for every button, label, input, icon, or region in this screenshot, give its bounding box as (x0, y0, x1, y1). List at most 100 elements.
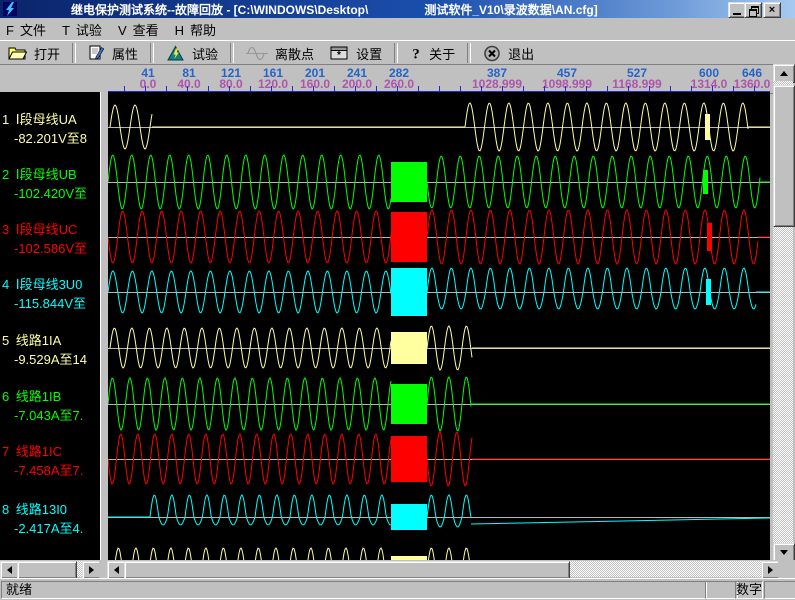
wave-scroll-track[interactable] (124, 561, 761, 577)
menu-item-试验[interactable]: T试验 (56, 18, 112, 41)
menu-item-帮助[interactable]: H 帮助 (169, 18, 226, 41)
ruler-time-label: 0.0 (140, 77, 157, 91)
channel-name: 3 Ⅰ段母线UC (2, 219, 77, 238)
ruler-time-label: 260.0 (384, 77, 414, 91)
application-window: 继电保护测试系统--故障回放 - [C:\WINDOWS\Desktop\ 测试… (0, 0, 795, 599)
toolbar-button-label: 关于 (429, 44, 455, 63)
status-message: 就绪 (1, 581, 707, 599)
status-panel-empty (705, 581, 738, 599)
toolbar-button-label: 离散点 (275, 44, 314, 63)
svg-text:?: ? (412, 47, 420, 62)
triangle-up-icon (780, 71, 788, 76)
ruler-time-label: 1360.0 (734, 77, 771, 91)
toolbar: 打开 属性 试验 离散点 *设置? 关于 退出 (0, 40, 795, 66)
waveform-ch8 (150, 495, 391, 525)
triangle-left-icon (114, 566, 119, 574)
cursor-mark-ch2 (703, 170, 708, 194)
menu-hotkey: F (6, 23, 14, 38)
menu-item-label: 查看 (133, 23, 159, 38)
ruler-time-label: 1314.0 (691, 77, 728, 91)
num-lock-indicator: 数字 (735, 581, 763, 599)
wave-scroll-thumb[interactable] (124, 561, 570, 579)
toolbar-button-label: 试验 (192, 44, 218, 63)
lightning-bolt-icon (166, 45, 185, 62)
channel-range: -2.417A至4. (14, 518, 83, 537)
wave-horizontal-scrollbar[interactable] (107, 560, 778, 578)
toolbar-button-设置[interactable]: *设置 (322, 42, 390, 64)
toolbar-button-label: 设置 (356, 44, 382, 63)
fault-marker-block-ch7 (391, 436, 427, 482)
toolbar-button-打开[interactable]: 打开 (0, 42, 68, 64)
toolbar-separator (150, 43, 154, 63)
triangle-down-icon (780, 550, 788, 555)
toolbar-button-退出[interactable]: 退出 (475, 42, 542, 64)
channel-name: 2 Ⅰ段母线UB (2, 164, 77, 183)
vertical-scroll-track[interactable] (773, 81, 793, 543)
cursor-mark-ch3 (707, 223, 712, 251)
channel-range: -102.420V至 (14, 183, 87, 202)
ruler-time-label: 40.0 (177, 77, 200, 91)
restore-button[interactable] (744, 2, 762, 18)
minimize-icon (733, 13, 741, 15)
fault-marker-block-ch4 (391, 268, 427, 316)
channel-range: -7.458A至7. (14, 460, 83, 479)
ruler-time-label: 1098.999 (542, 77, 592, 91)
ruler-time-label: 120.0 (258, 77, 288, 91)
menu-item-label: 帮助 (190, 23, 216, 38)
toolbar-button-关于[interactable]: ? 关于 (402, 42, 463, 64)
fault-marker-block-ch6 (391, 384, 427, 424)
channel-name: 1 Ⅰ段母线UA (2, 109, 77, 128)
toolbar-separator (394, 43, 398, 63)
wave-vertical-scrollbar[interactable] (773, 64, 795, 560)
waveform-canvas[interactable] (108, 92, 770, 560)
channel-range: -115.844V至 (14, 293, 86, 312)
channel-name: 5 线路1IA (2, 330, 61, 349)
channel-name: 4 Ⅰ段母线3U0 (2, 274, 82, 293)
channel-range: -9.529A至14 (14, 349, 87, 368)
toolbar-button-属性[interactable]: 属性 (80, 42, 146, 64)
toolbar-button-label: 打开 (34, 44, 60, 63)
toolbar-separator (230, 43, 234, 63)
cursor-mark-ch1 (705, 114, 710, 140)
menu-item-label: 试验 (76, 23, 102, 38)
question-mark-icon: ? (410, 45, 422, 61)
waveform-ch8 (427, 495, 471, 527)
ruler-time-label: 1168.999 (612, 77, 661, 91)
resize-corner (778, 560, 795, 578)
time-ruler[interactable]: 410.08140.012180.0161120.0201160.0241200… (0, 64, 773, 94)
label-horizontal-scrollbar[interactable] (0, 560, 99, 578)
vertical-scroll-thumb[interactable] (773, 85, 795, 227)
waveform-svg (108, 92, 770, 560)
channel-label-panel: 1 Ⅰ段母线UA-82.201V至8 2 Ⅰ段母线UB-102.420V至 3 Ⅰ段… (0, 92, 100, 560)
document-pen-icon (88, 45, 105, 61)
menu-item-查看[interactable]: V 查看 (112, 18, 169, 41)
ruler-time-label: 1028.999 (472, 77, 522, 91)
sine-wave-icon (246, 45, 268, 62)
fault-marker-block-ch5 (391, 332, 427, 364)
status-panel-empty-2 (764, 581, 795, 599)
close-button[interactable]: × (763, 2, 781, 18)
channel-name: 8 线路13I0 (2, 499, 67, 518)
channel-name: 6 线路1IB (2, 386, 61, 405)
ruler-time-label: 160.0 (300, 77, 330, 91)
toolbar-separator (467, 43, 471, 63)
menu-item-文件[interactable]: F文件 (0, 18, 56, 41)
menu-hotkey: H (175, 23, 184, 38)
channel-range: -102.586V至 (14, 238, 87, 257)
menu-hotkey: V (118, 23, 127, 38)
folder-open-icon (8, 45, 27, 61)
toolbar-button-label: 退出 (508, 44, 534, 63)
channel-range: -82.201V至8 (14, 128, 87, 147)
label-scroll-thumb[interactable] (17, 561, 77, 579)
toolbar-button-离散点[interactable]: 离散点 (238, 42, 322, 64)
title-bar[interactable]: 继电保护测试系统--故障回放 - [C:\WINDOWS\Desktop\ 测试… (0, 0, 795, 18)
toolbar-separator (72, 43, 76, 63)
cursor-mark-ch4 (706, 279, 711, 305)
close-icon: × (769, 4, 775, 16)
scrollbar-gap (99, 560, 107, 578)
toolbar-button-试验[interactable]: 试验 (158, 42, 226, 64)
label-scroll-track[interactable] (17, 561, 82, 577)
ruler-time-label: 200.0 (342, 77, 372, 91)
menu-bar: F文件T试验 V 查看 H 帮助 (0, 18, 795, 40)
ruler-time-label: 80.0 (219, 77, 242, 91)
